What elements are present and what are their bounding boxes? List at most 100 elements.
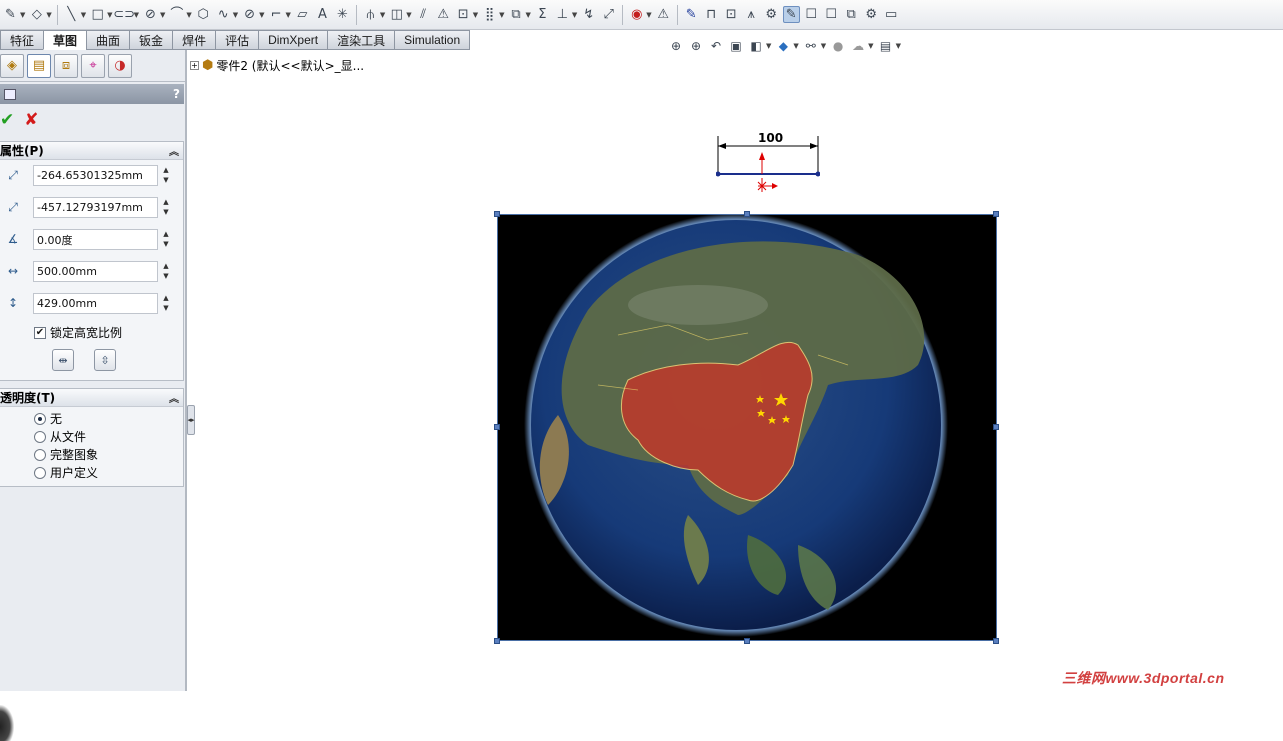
radio-button[interactable] bbox=[34, 430, 46, 443]
flip-horizontal-button[interactable]: ⇹ bbox=[52, 349, 74, 371]
dimension-value[interactable]: 100 bbox=[758, 131, 783, 145]
tab-dimxpert[interactable]: DimXpert bbox=[258, 30, 328, 50]
panel-splitter[interactable]: ◂▸ bbox=[187, 405, 195, 435]
part-name[interactable]: 零件2 (默认<<默认>_显... bbox=[216, 57, 364, 74]
transparency-group-header[interactable]: 透明度(T) ︽ bbox=[0, 389, 183, 407]
chevron-down-icon[interactable]: ▼ bbox=[821, 42, 826, 50]
flip-vertical-button[interactable]: ⇳ bbox=[94, 349, 116, 371]
radio-option-full-image[interactable]: 完整图象 bbox=[34, 446, 98, 463]
repair-icon[interactable]: ↯ bbox=[580, 6, 597, 23]
angle-spinner[interactable]: ▲ ▼ bbox=[161, 229, 171, 250]
section-view-icon[interactable]: ▣ bbox=[728, 38, 744, 54]
resize-handle[interactable] bbox=[744, 638, 750, 644]
radio-button[interactable] bbox=[34, 448, 46, 461]
tab-weldments[interactable]: 焊件 bbox=[172, 30, 216, 50]
dimxpert-manager-tab-icon[interactable]: ⌖ bbox=[81, 53, 105, 78]
resize-handle[interactable] bbox=[993, 424, 999, 430]
resize-handle[interactable] bbox=[993, 211, 999, 217]
chevron-down-icon[interactable]: ▼ bbox=[406, 11, 411, 19]
sketch-picture-icon[interactable]: ✎ bbox=[782, 6, 800, 23]
view-settings-icon[interactable]: ▤ bbox=[878, 38, 894, 54]
lock-aspect-ratio-checkbox[interactable]: ✔ bbox=[34, 326, 46, 339]
chevron-down-icon[interactable]: ▼ bbox=[107, 11, 112, 19]
linear-pattern-icon[interactable]: ⣿ bbox=[481, 6, 498, 23]
move-icon[interactable]: ⊡ bbox=[455, 6, 472, 23]
save-block-icon[interactable]: ⚙ bbox=[763, 6, 780, 23]
mirror-icon[interactable]: ⚠ bbox=[435, 6, 452, 23]
help-button[interactable]: ? bbox=[173, 87, 180, 101]
copy-icon[interactable]: ⧉ bbox=[507, 6, 524, 23]
collapse-icon[interactable]: ︽ bbox=[169, 390, 179, 405]
chevron-down-icon[interactable]: ▼ bbox=[646, 11, 651, 19]
chevron-down-icon[interactable]: ▼ bbox=[525, 11, 530, 19]
zoom-to-area-icon[interactable]: ⊕ bbox=[688, 38, 704, 54]
radio-option-from-file[interactable]: 从文件 bbox=[34, 428, 86, 445]
previous-view-icon[interactable]: ↶ bbox=[708, 38, 724, 54]
plane-icon[interactable]: ▱ bbox=[294, 6, 311, 23]
expand-icon[interactable]: + bbox=[190, 61, 199, 70]
radio-button[interactable] bbox=[34, 466, 46, 479]
chevron-down-icon[interactable]: ▼ bbox=[868, 42, 873, 50]
settings-icon[interactable]: ⚙ bbox=[863, 6, 880, 23]
shaded-sketch-icon[interactable]: ✎ bbox=[683, 6, 700, 23]
property-manager-tab-icon[interactable]: ▤ bbox=[27, 53, 51, 78]
polygon-icon[interactable]: ⬡ bbox=[195, 6, 212, 23]
convert-icon[interactable]: ◫ bbox=[388, 6, 405, 23]
line-icon[interactable]: ╲ bbox=[63, 6, 80, 23]
edit-block-icon[interactable]: ☐ bbox=[803, 6, 820, 23]
make-block-icon[interactable]: ⩚ bbox=[743, 6, 760, 23]
arc-icon[interactable]: ⌒ bbox=[168, 6, 185, 23]
offset-icon[interactable]: ⫽ bbox=[415, 6, 432, 23]
resize-handle[interactable] bbox=[494, 211, 500, 217]
collapse-icon[interactable]: ︽ bbox=[169, 143, 179, 158]
apply-scene-icon[interactable]: ☁ bbox=[850, 38, 866, 54]
resize-handle[interactable] bbox=[993, 638, 999, 644]
chevron-down-icon[interactable]: ▼ bbox=[572, 11, 577, 19]
ok-button[interactable]: ✔ bbox=[0, 110, 14, 130]
text-icon[interactable]: A bbox=[314, 6, 331, 23]
tab-evaluate[interactable]: 评估 bbox=[215, 30, 259, 50]
point-icon[interactable]: ✳ bbox=[334, 6, 351, 23]
y-position-field[interactable] bbox=[33, 197, 158, 218]
chevron-down-icon[interactable]: ▼ bbox=[259, 11, 264, 19]
hide-show-items-icon[interactable]: ⚯ bbox=[803, 38, 819, 54]
display-style-icon[interactable]: ◆ bbox=[775, 38, 791, 54]
radio-option-none[interactable]: 无 bbox=[34, 410, 62, 427]
sketch-picture[interactable] bbox=[497, 214, 997, 641]
y-position-spinner[interactable]: ▲ ▼ bbox=[161, 197, 171, 218]
display-manager-tab-icon[interactable]: ◑ bbox=[108, 53, 132, 78]
tab-render-tools[interactable]: 渲染工具 bbox=[327, 30, 395, 50]
chevron-down-icon[interactable]: ▼ bbox=[46, 11, 51, 19]
chevron-down-icon[interactable]: ▼ bbox=[499, 11, 504, 19]
height-spinner[interactable]: ▲ ▼ bbox=[161, 293, 171, 314]
tab-surfaces[interactable]: 曲面 bbox=[86, 30, 130, 50]
sketch-icon[interactable]: ✎ bbox=[2, 6, 19, 23]
radio-option-user-defined[interactable]: 用户定义 bbox=[34, 464, 98, 481]
chevron-down-icon[interactable]: ▼ bbox=[20, 11, 25, 19]
rapid-sketch-icon[interactable]: ⚠ bbox=[655, 6, 672, 23]
trim-icon[interactable]: ⫛ bbox=[362, 6, 379, 23]
smart-dimension-icon[interactable]: ◇ bbox=[28, 6, 45, 23]
tab-sheet-metal[interactable]: 钣金 bbox=[129, 30, 173, 50]
slot-icon[interactable]: ⊂⊃ bbox=[113, 6, 135, 23]
insert-block-icon[interactable]: ⊡ bbox=[723, 6, 740, 23]
resize-handle[interactable] bbox=[744, 211, 750, 217]
relations-icon[interactable]: ⊥ bbox=[554, 6, 571, 23]
width-spinner[interactable]: ▲ ▼ bbox=[161, 261, 171, 282]
x-position-spinner[interactable]: ▲ ▼ bbox=[161, 165, 171, 186]
circle-icon[interactable]: ⊘ bbox=[142, 6, 159, 23]
edit-appearance-icon[interactable]: ● bbox=[830, 38, 846, 54]
properties-group-header[interactable]: 属性(P) ︽ bbox=[0, 142, 183, 160]
chevron-down-icon[interactable]: ▼ bbox=[380, 11, 385, 19]
block-icon[interactable]: ⊓ bbox=[703, 6, 720, 23]
instant3d-icon[interactable]: ◉ bbox=[628, 6, 645, 23]
resize-handle[interactable] bbox=[494, 638, 500, 644]
zoom-to-fit-icon[interactable]: ⊕ bbox=[668, 38, 684, 54]
rectangle-icon[interactable]: □ bbox=[89, 6, 106, 23]
chevron-down-icon[interactable]: ▼ bbox=[766, 42, 771, 50]
tab-sketch[interactable]: 草图 bbox=[43, 30, 87, 50]
chevron-down-icon[interactable]: ▼ bbox=[473, 11, 478, 19]
angle-field[interactable] bbox=[33, 229, 158, 250]
tab-features[interactable]: 特征 bbox=[0, 30, 44, 50]
explode-block-icon[interactable]: ☐ bbox=[823, 6, 840, 23]
